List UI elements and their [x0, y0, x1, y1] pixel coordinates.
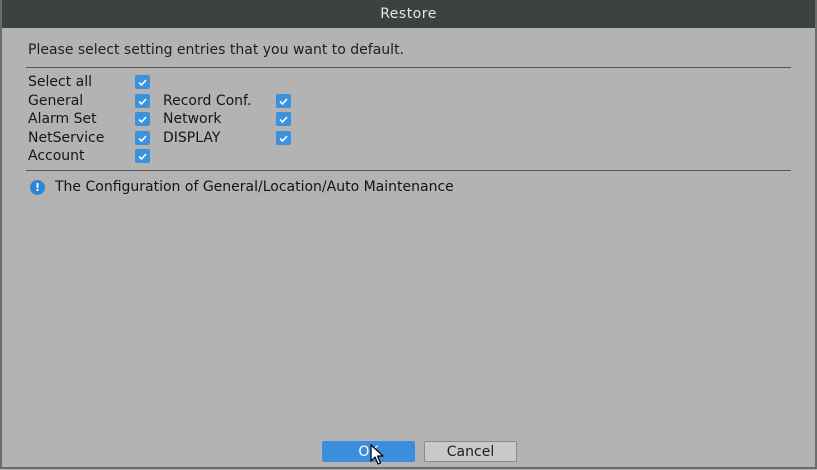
check-icon [279, 134, 288, 142]
info-text: The Configuration of General/Location/Au… [55, 179, 454, 195]
check-icon [279, 115, 288, 123]
ok-button[interactable]: OK [322, 441, 415, 462]
cancel-button[interactable]: Cancel [424, 441, 517, 462]
check-icon [138, 152, 147, 160]
info-icon: ! [30, 179, 45, 195]
divider-top [26, 67, 791, 68]
check-icon [138, 134, 147, 142]
netservice-label: NetService [28, 130, 105, 146]
network-label: Network [163, 111, 222, 127]
network-checkbox[interactable] [276, 112, 291, 126]
check-icon [138, 97, 147, 105]
restore-dialog: Restore Please select setting entries th… [0, 0, 817, 469]
check-icon [138, 78, 147, 86]
account-checkbox[interactable] [135, 149, 150, 163]
display-checkbox[interactable] [276, 131, 291, 145]
general-label: General [28, 93, 84, 109]
check-icon [138, 115, 147, 123]
mouse-cursor-icon [370, 444, 384, 470]
record-conf-checkbox[interactable] [276, 94, 291, 108]
select-all-label: Select all [28, 74, 92, 90]
dialog-titlebar: Restore [2, 0, 815, 28]
divider-bottom [26, 170, 791, 171]
record-conf-label: Record Conf. [163, 93, 252, 109]
check-icon [279, 97, 288, 105]
netservice-checkbox[interactable] [135, 131, 150, 145]
dialog-title: Restore [380, 6, 437, 22]
alarm-set-checkbox[interactable] [135, 112, 150, 126]
account-label: Account [28, 148, 85, 164]
alarm-set-label: Alarm Set [28, 111, 97, 127]
select-all-checkbox[interactable] [135, 75, 150, 89]
instruction-text: Please select setting entries that you w… [28, 42, 405, 58]
general-checkbox[interactable] [135, 94, 150, 108]
display-label: DISPLAY [163, 130, 221, 146]
cancel-button-label: Cancel [446, 443, 495, 460]
info-message: ! The Configuration of General/Location/… [30, 179, 454, 195]
